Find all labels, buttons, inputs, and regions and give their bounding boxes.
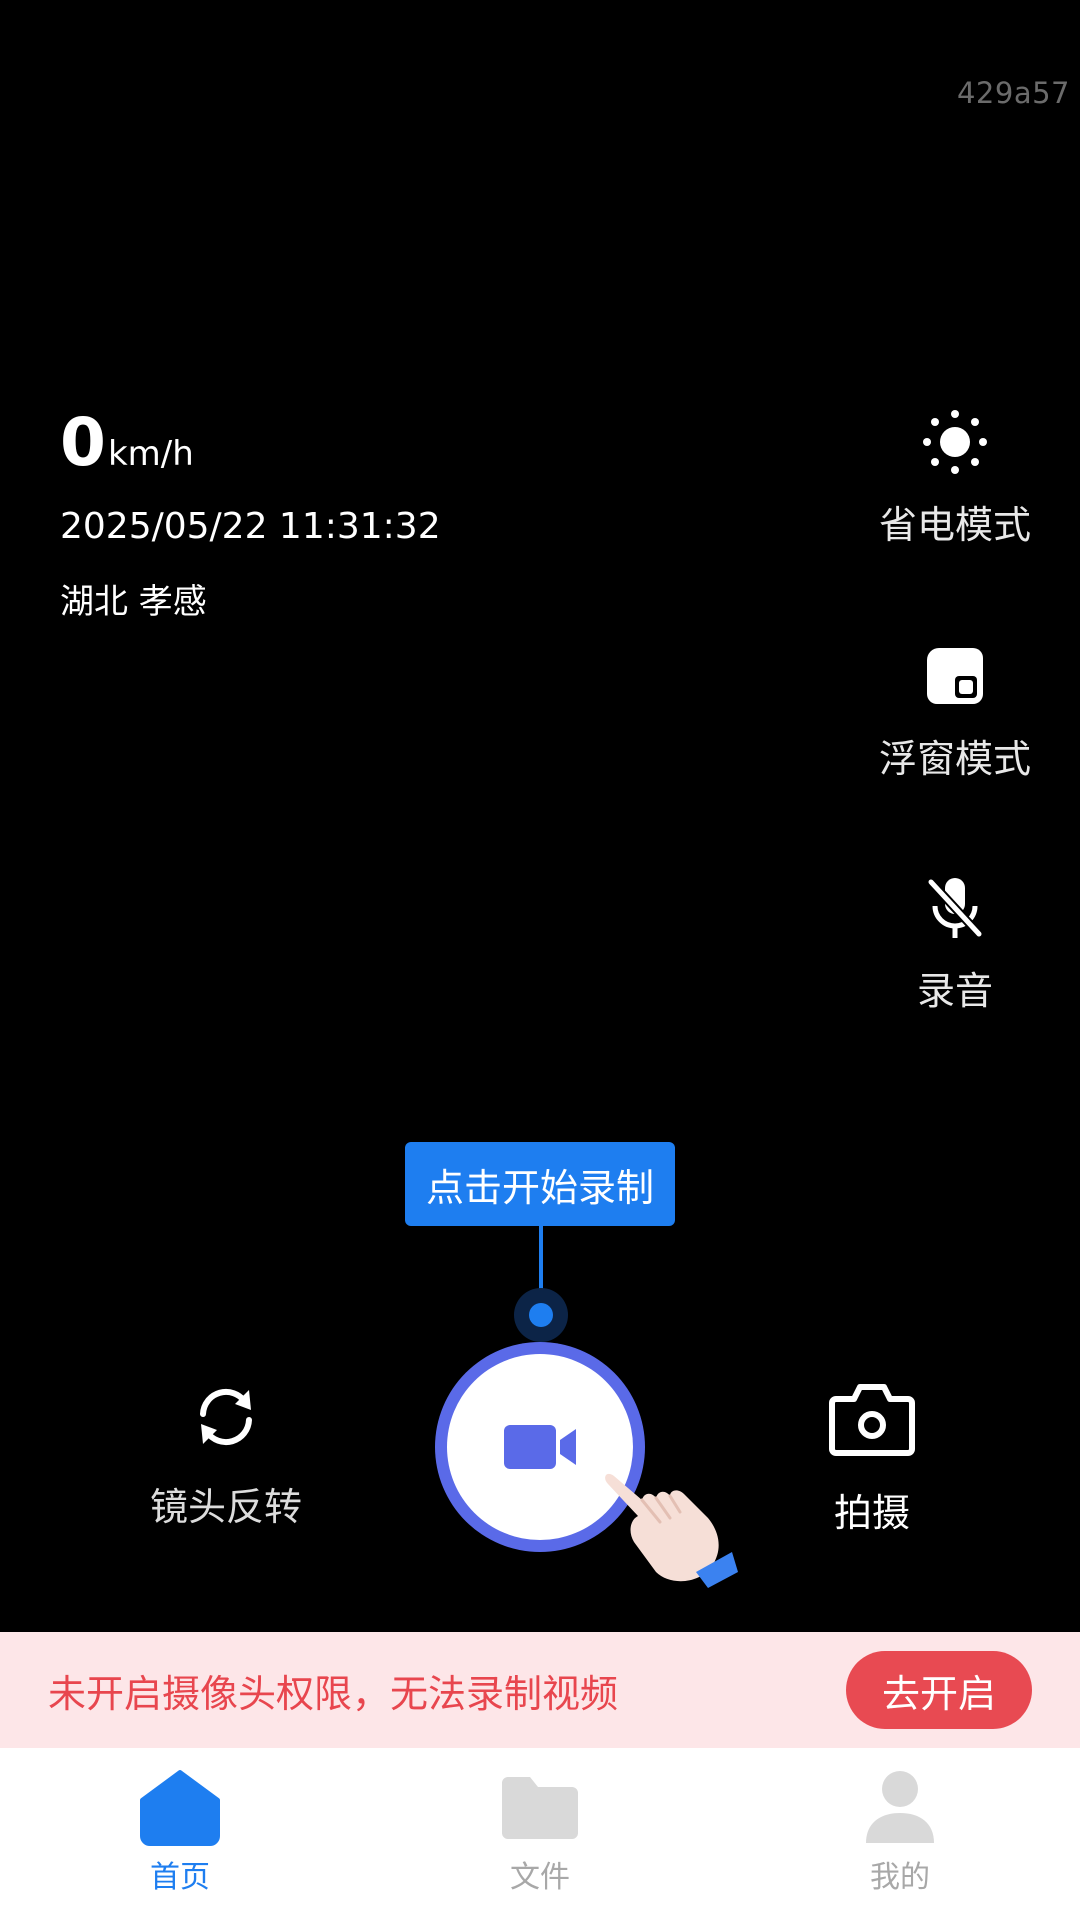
speed-value: 0 bbox=[60, 404, 106, 481]
video-camera-icon bbox=[504, 1425, 576, 1469]
sun-icon bbox=[915, 402, 995, 482]
floating-window-mode-button[interactable]: 浮窗模式 bbox=[860, 636, 1050, 783]
tooltip-anchor-dot bbox=[514, 1288, 568, 1342]
nav-item-profile[interactable]: 我的 bbox=[720, 1748, 1080, 1920]
profile-icon bbox=[858, 1768, 942, 1846]
tooltip-anchor-dot-inner bbox=[529, 1303, 553, 1327]
pointing-hand-icon bbox=[605, 1473, 738, 1588]
speed-unit: km/h bbox=[107, 434, 194, 474]
mic-off-icon bbox=[915, 868, 995, 948]
start-recording-tooltip: 点击开始录制 bbox=[405, 1142, 675, 1226]
flip-camera-button[interactable]: 镜头反转 bbox=[116, 1372, 336, 1531]
audio-recording-button[interactable]: 录音 bbox=[860, 868, 1050, 1015]
build-id-label: 429a57 bbox=[956, 76, 1070, 110]
nav-label-files: 文件 bbox=[510, 1860, 570, 1895]
take-photo-button[interactable]: 拍摄 bbox=[762, 1372, 982, 1537]
camera-icon bbox=[827, 1372, 917, 1462]
power-saving-mode-label: 省电模式 bbox=[878, 503, 1031, 547]
datetime-label: 2025/05/22 11:31:32 bbox=[60, 506, 441, 547]
audio-recording-label: 录音 bbox=[916, 969, 993, 1013]
bottom-nav: 首页 文件 我的 bbox=[0, 1748, 1080, 1920]
take-photo-label: 拍摄 bbox=[833, 1491, 910, 1535]
flip-camera-label: 镜头反转 bbox=[149, 1485, 302, 1529]
nav-label-profile: 我的 bbox=[870, 1860, 930, 1895]
nav-item-files[interactable]: 文件 bbox=[360, 1748, 720, 1920]
nav-label-home: 首页 bbox=[150, 1860, 210, 1895]
camera-flip-icon bbox=[181, 1372, 271, 1462]
floating-window-icon bbox=[915, 636, 995, 716]
location-label: 湖北 孝感 bbox=[60, 582, 207, 622]
camera-screen: 429a57 0 km/h 2025/05/22 11:31:32 湖北 孝感 bbox=[0, 0, 1080, 1920]
nav-item-home[interactable]: 首页 bbox=[0, 1748, 360, 1920]
floating-window-mode-label: 浮窗模式 bbox=[878, 737, 1031, 781]
enable-permission-button[interactable]: 去开启 bbox=[846, 1651, 1032, 1729]
permission-warning-text: 未开启摄像头权限，无法录制视频 bbox=[48, 1671, 619, 1716]
power-saving-mode-button[interactable]: 省电模式 bbox=[860, 402, 1050, 549]
folder-icon bbox=[498, 1768, 582, 1846]
home-icon bbox=[138, 1768, 222, 1846]
camera-permission-banner: 未开启摄像头权限，无法录制视频 去开启 bbox=[0, 1632, 1080, 1748]
speed-readout: 0 km/h bbox=[60, 410, 194, 476]
